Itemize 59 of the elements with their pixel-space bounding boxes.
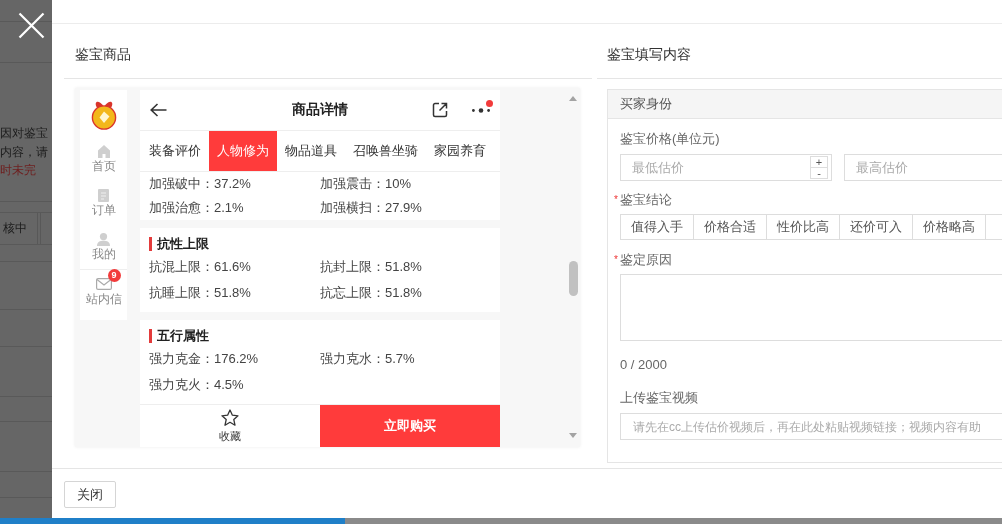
status-text: 核中 <box>2 220 27 237</box>
stat-text: 抗忘上限：51.8% <box>320 284 423 302</box>
stat-text: 抗混上限：61.6% <box>149 258 252 276</box>
conclusion-option[interactable]: 价格合适 <box>693 214 767 240</box>
sidebar-item[interactable]: 9 站内信 <box>80 270 127 314</box>
required-mark: * <box>614 193 619 207</box>
required-mark: * <box>614 253 619 267</box>
video-link-field[interactable]: 请先在cc上传估价视频后，再在此处粘贴视频链接；视频内容有助 <box>620 413 1002 440</box>
character-counter: 0 / 2000 <box>620 356 667 374</box>
panel-title: 鉴宝填写内容 <box>607 46 691 64</box>
page-title: 商品详情 <box>292 101 348 119</box>
stat-text: 抗睡上限：51.8% <box>149 284 252 302</box>
notification-badge: 9 <box>107 269 121 282</box>
panel-title: 鉴宝商品 <box>75 46 131 64</box>
person-icon <box>97 232 110 246</box>
sidebar-item[interactable]: 订单 <box>80 181 127 225</box>
share-icon[interactable] <box>432 102 448 118</box>
stat-text: 加强横扫：27.9% <box>320 199 423 217</box>
scrollbar-thumb[interactable] <box>568 261 578 296</box>
stat-text: 加强治愈：2.1% <box>149 199 245 217</box>
back-arrow-icon[interactable] <box>150 103 167 117</box>
card-title: 五行属性 <box>149 329 209 343</box>
stat-text: 加强震击：10% <box>320 175 413 193</box>
more-icon[interactable] <box>472 107 490 113</box>
stat-text: 加强破中：37.2% <box>149 175 252 193</box>
background-text: 因对鉴宝 <box>0 125 48 142</box>
star-icon <box>221 408 239 426</box>
close-icon[interactable] <box>18 12 45 39</box>
decrement-button[interactable]: - <box>810 168 828 179</box>
stat-text: 强力克金：176.2% <box>149 350 260 368</box>
sidebar-item[interactable]: 首页 <box>80 137 127 181</box>
field-label: 鉴宝结论 <box>620 191 672 209</box>
envelope-icon <box>95 278 112 290</box>
max-price-field[interactable]: 最高估价 <box>844 154 1002 181</box>
reason-textarea[interactable] <box>620 274 1002 341</box>
min-price-field[interactable]: 最低估价 + - <box>620 154 832 181</box>
sidebar-item[interactable]: 我的 <box>80 225 127 269</box>
field-label: 鉴定原因 <box>620 251 672 269</box>
conclusion-option[interactable]: 还价可入 <box>839 214 913 240</box>
close-button[interactable]: 关闭 <box>64 481 116 508</box>
increment-button[interactable]: + <box>810 156 828 168</box>
background-text: 内容，请 <box>0 143 48 161</box>
tab[interactable]: 人物修为 <box>209 131 277 171</box>
buy-now-button[interactable]: 立即购买 <box>320 405 500 447</box>
scroll-up-icon[interactable] <box>569 96 577 101</box>
document-icon <box>98 188 109 202</box>
home-icon <box>97 144 110 158</box>
background-text: 时未完 <box>0 162 36 179</box>
field-label: 上传鉴宝视频 <box>620 389 698 407</box>
scroll-down-icon[interactable] <box>569 433 577 438</box>
conclusion-option[interactable]: 值得入手 <box>620 214 694 240</box>
field-label: 鉴宝价格(单位元) <box>620 130 720 148</box>
stat-text: 抗封上限：51.8% <box>320 258 423 276</box>
section-header: 买家身份 <box>608 90 1002 119</box>
conclusion-option[interactable]: 价格略高 <box>912 214 986 240</box>
stat-text: 强力克水：5.7% <box>320 350 416 368</box>
conclusion-option[interactable]: 性价比高 <box>766 214 840 240</box>
stat-text: 强力克火：4.5% <box>149 376 245 394</box>
card-title: 抗性上限 <box>149 237 209 251</box>
